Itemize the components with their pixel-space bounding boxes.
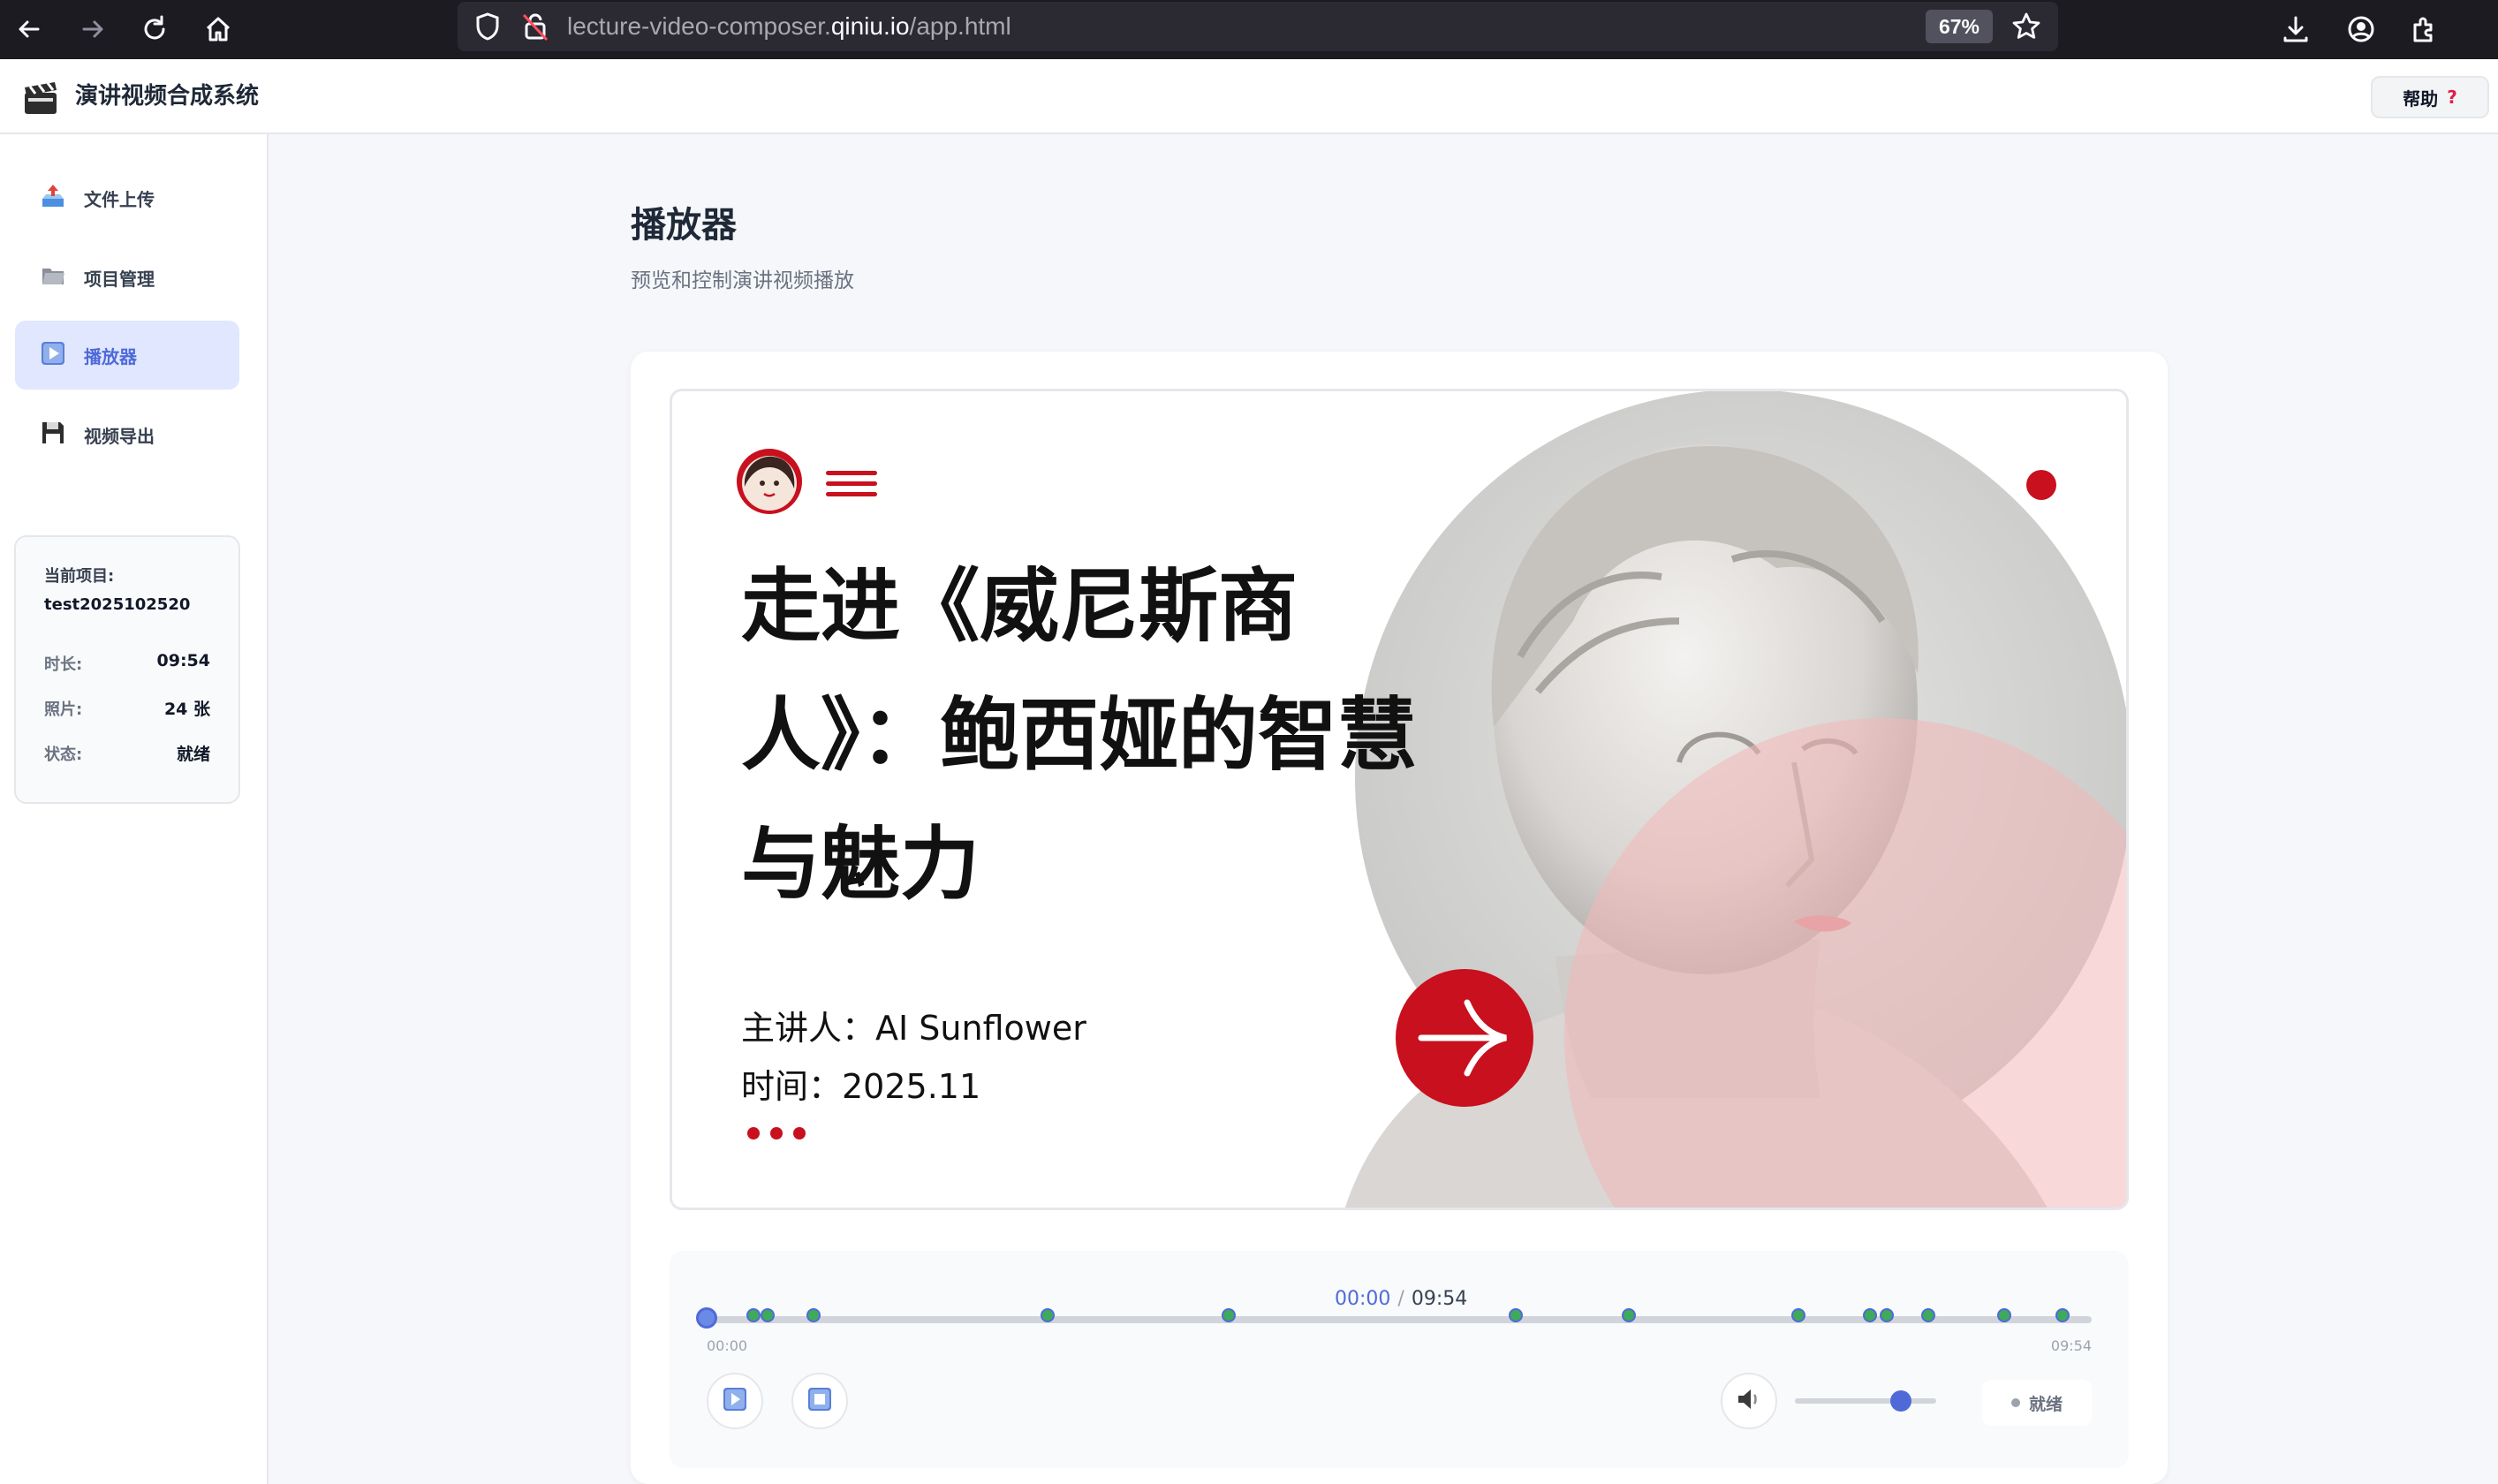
- timeline-end-label: 09:54: [2050, 1337, 2092, 1354]
- sidebar-item-label: 视频导出: [84, 425, 155, 447]
- total-time: 09:54: [1411, 1288, 1468, 1310]
- reload-icon[interactable]: [132, 7, 177, 51]
- time-separator: /: [1397, 1288, 1404, 1310]
- avatar: [737, 449, 802, 514]
- insecure-lock-icon[interactable]: [519, 11, 551, 46]
- timeline-start-label: 00:00: [707, 1337, 748, 1354]
- slide-speaker: 主讲人：AI Sunflower: [741, 1009, 1086, 1048]
- stop-button[interactable]: [791, 1373, 848, 1429]
- sidebar: 文件上传 项目管理 播放器 视频导出 当前项目: test2025102520 …: [0, 134, 269, 1484]
- sidebar-item-upload[interactable]: 文件上传: [15, 163, 239, 232]
- slide-preview: 走进《威尼斯商人》：鲍西娅的智慧与魅力 主讲人：AI Sunflower 时间：…: [670, 389, 2129, 1210]
- time-display: 00:00 / 09:54: [1335, 1288, 1467, 1310]
- download-icon[interactable]: [2274, 7, 2318, 51]
- photos-label: 照片:: [44, 700, 83, 719]
- status-text: 就绪: [2028, 1394, 2063, 1414]
- status-label: 状态:: [44, 746, 83, 764]
- status-badge: 就绪: [1982, 1380, 2092, 1426]
- browser-toolbar: lecture-video-composer.qiniu.io/app.html…: [0, 0, 2498, 59]
- photo-marker[interactable]: [1040, 1308, 1055, 1322]
- photo-marker[interactable]: [1863, 1308, 1878, 1322]
- three-dots-decoration: [747, 1127, 806, 1140]
- sidebar-item-label: 文件上传: [84, 188, 155, 210]
- speaker-icon: [1736, 1386, 1762, 1416]
- sidebar-item-player[interactable]: 播放器: [15, 321, 239, 390]
- photo-marker[interactable]: [1222, 1308, 1237, 1322]
- menu-icon: [826, 471, 877, 496]
- photo-marker[interactable]: [1920, 1308, 1935, 1322]
- photo-marker[interactable]: [2055, 1308, 2070, 1322]
- photo-marker[interactable]: [1790, 1308, 1805, 1322]
- stop-icon: [807, 1387, 832, 1415]
- address-bar[interactable]: lecture-video-composer.qiniu.io/app.html…: [458, 2, 2058, 51]
- save-icon: [40, 420, 66, 446]
- sidebar-item-label: 项目管理: [84, 268, 155, 290]
- page-title: 播放器: [631, 205, 737, 246]
- account-icon[interactable]: [2339, 7, 2383, 51]
- bookmark-star-icon[interactable]: [2010, 11, 2042, 46]
- shield-icon[interactable]: [472, 11, 503, 46]
- photo-marker[interactable]: [760, 1308, 775, 1322]
- progress-thumb[interactable]: [696, 1307, 717, 1329]
- duration-label: 时长:: [44, 655, 83, 674]
- slide-date: 时间：2025.11: [741, 1067, 981, 1106]
- photo-marker[interactable]: [1508, 1308, 1523, 1322]
- volume-button[interactable]: [1721, 1373, 1777, 1429]
- help-label: 帮助: [2403, 87, 2439, 110]
- clapperboard-icon: [21, 79, 60, 121]
- volume-slider[interactable]: [1795, 1398, 1936, 1404]
- project-info-card: 当前项目: test2025102520 时长: 09:54 照片: 24 张 …: [14, 535, 240, 804]
- current-time: 00:00: [1335, 1288, 1391, 1310]
- status-value: 就绪: [176, 745, 210, 764]
- play-icon: [723, 1387, 747, 1415]
- slide-title: 走进《威尼斯商人》：鲍西娅的智慧与魅力: [741, 559, 1417, 911]
- play-icon: [40, 340, 66, 367]
- back-icon[interactable]: [7, 7, 51, 51]
- status-dot: [2010, 1398, 2020, 1407]
- home-icon[interactable]: [196, 7, 240, 51]
- folder-icon: [40, 262, 66, 289]
- duration-value: 09:54: [156, 651, 210, 670]
- project-name: test2025102520: [44, 595, 191, 614]
- question-icon: ?: [2447, 87, 2457, 108]
- app-title: 演讲视频合成系统: [75, 83, 260, 110]
- volume-thumb[interactable]: [1890, 1390, 1911, 1412]
- page-subtitle: 预览和控制演讲视频播放: [631, 269, 854, 292]
- sidebar-item-projects[interactable]: 项目管理: [15, 243, 239, 312]
- project-heading: 当前项目:: [44, 567, 115, 586]
- help-button[interactable]: 帮助 ?: [2371, 76, 2489, 118]
- playback-controls: 00:00 / 09:54 00:00 09:54 就绪: [670, 1251, 2129, 1468]
- url-text[interactable]: lecture-video-composer.qiniu.io/app.html: [567, 2, 1011, 51]
- photos-value: 24 张: [163, 700, 210, 719]
- zoom-badge[interactable]: 67%: [1926, 10, 1993, 43]
- sidebar-item-label: 播放器: [84, 345, 137, 367]
- extensions-icon[interactable]: [2403, 7, 2447, 51]
- photo-marker[interactable]: [806, 1308, 821, 1322]
- forward-icon[interactable]: [71, 7, 115, 51]
- sidebar-item-export[interactable]: 视频导出: [15, 400, 239, 469]
- photo-marker[interactable]: [1879, 1308, 1894, 1322]
- play-button[interactable]: [707, 1373, 763, 1429]
- upload-icon: [40, 183, 66, 209]
- app-header: 演讲视频合成系统 帮助 ?: [0, 59, 2498, 134]
